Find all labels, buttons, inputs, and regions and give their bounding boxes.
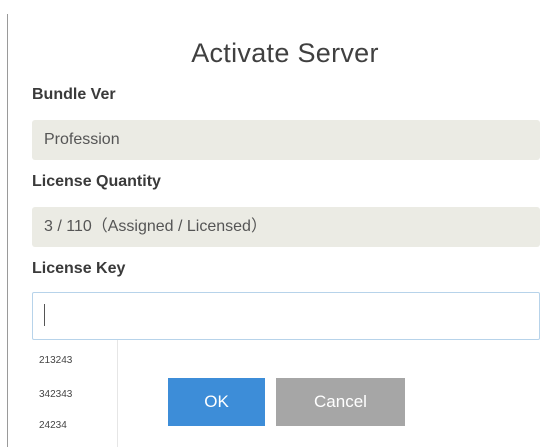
license-quantity-field: 3 / 110（Assigned / Licensed）	[32, 207, 540, 247]
license-quantity-label: License Quantity	[32, 173, 161, 190]
license-key-suggestions: 213243 342343 24234	[32, 340, 118, 447]
suggestion-item[interactable]: 24234	[39, 420, 67, 431]
license-key-input[interactable]	[32, 292, 540, 340]
bundle-ver-field: Profession	[32, 120, 540, 160]
ok-button[interactable]: OK	[168, 378, 265, 426]
cancel-button[interactable]: Cancel	[276, 378, 405, 426]
text-caret	[44, 304, 45, 326]
bundle-ver-label: Bundle Ver	[32, 86, 116, 103]
license-key-label: License Key	[32, 260, 126, 277]
suggestion-item[interactable]: 213243	[39, 355, 72, 366]
window-edge-divider	[7, 14, 8, 447]
suggestion-item[interactable]: 342343	[39, 389, 72, 400]
dialog-title: Activate Server	[191, 38, 379, 68]
activate-server-dialog: Activate Server Bundle Ver Profession Li…	[0, 0, 548, 447]
